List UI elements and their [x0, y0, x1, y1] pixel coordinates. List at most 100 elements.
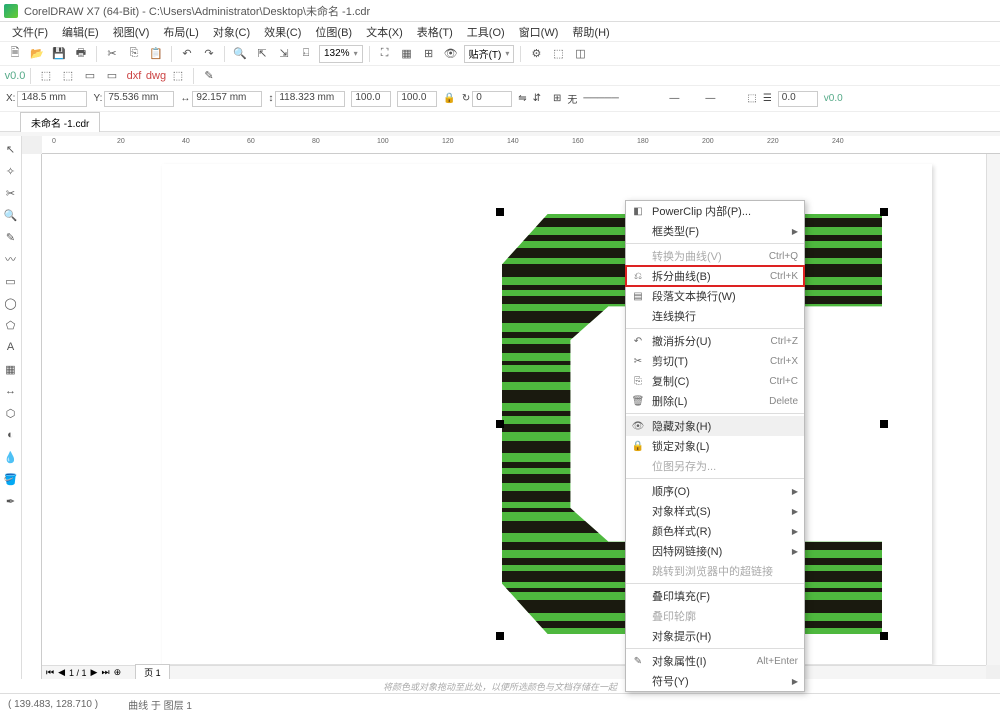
rectangle-tool-icon[interactable]: ▭	[2, 272, 20, 290]
menu-help[interactable]: 帮助(H)	[566, 22, 615, 42]
copy-icon[interactable]: ⎘	[125, 45, 143, 63]
x-input[interactable]: 148.5 mm	[17, 91, 87, 107]
rotation-input[interactable]: 0	[472, 91, 512, 107]
table-tool-icon[interactable]: ▦	[2, 360, 20, 378]
handle-bl[interactable]	[496, 632, 504, 640]
paste-icon[interactable]: 📋	[147, 45, 165, 63]
ctx-item-28[interactable]: 符号(Y)▶	[626, 671, 804, 691]
cut-icon[interactable]: ✂	[103, 45, 121, 63]
startcap-combo[interactable]: —	[669, 93, 699, 104]
dimension-tool-icon[interactable]: ↔	[2, 382, 20, 400]
add-page-icon[interactable]: ⊕	[114, 667, 122, 678]
zoom-combo[interactable]: 132%	[319, 45, 363, 63]
ctx-item-6[interactable]: 连线换行	[626, 306, 804, 326]
ctx-item-20[interactable]: 因特网链接(N)▶	[626, 541, 804, 561]
ver-icon[interactable]: v0.0	[824, 93, 843, 104]
plugin-dxf-icon[interactable]: dxf	[125, 67, 143, 85]
menu-table[interactable]: 表格(T)	[411, 22, 459, 42]
nudge-input[interactable]: 0.0	[778, 91, 818, 107]
plugin-f-icon[interactable]: ✎	[200, 67, 218, 85]
publish-icon[interactable]: ⍇	[297, 45, 315, 63]
lock-ratio-icon[interactable]: 🔒	[443, 93, 455, 104]
menu-text[interactable]: 文本(X)	[360, 22, 409, 42]
next-page-icon[interactable]: ▶	[91, 667, 98, 678]
import-icon[interactable]: ⇱	[253, 45, 271, 63]
plugin-e-icon[interactable]: ⬚	[169, 67, 187, 85]
first-page-icon[interactable]: ⏮	[46, 667, 54, 678]
app-icon[interactable]: ◫	[571, 45, 589, 63]
preview-icon[interactable]: 👁	[442, 45, 460, 63]
artistic-tool-icon[interactable]: 〰	[2, 250, 20, 268]
y-input[interactable]: 75.536 mm	[104, 91, 174, 107]
zoom-tool-icon[interactable]: 🔍	[2, 206, 20, 224]
freehand-tool-icon[interactable]: ✎	[2, 228, 20, 246]
save-icon[interactable]: 💾	[50, 45, 68, 63]
menu-edit[interactable]: 编辑(E)	[56, 22, 105, 42]
menu-bitmap[interactable]: 位图(B)	[309, 22, 358, 42]
scalex-input[interactable]: 100.0	[351, 91, 391, 107]
mirror-h-icon[interactable]: ⇋	[518, 93, 526, 104]
pick-tool-icon[interactable]: ↖	[2, 140, 20, 158]
ruler-horizontal[interactable]: 0 20 40 60 80 100 120 140 160 180 200 22…	[42, 136, 1000, 154]
vertical-scrollbar[interactable]	[986, 154, 1000, 665]
connector-tool-icon[interactable]: ⬡	[2, 404, 20, 422]
plugin-b-icon[interactable]: ⬚	[59, 67, 77, 85]
handle-tr[interactable]	[880, 208, 888, 216]
scaley-input[interactable]: 100.0	[397, 91, 437, 107]
handle-mr[interactable]	[880, 420, 888, 428]
outline-combo[interactable]: 无	[567, 91, 577, 106]
ctx-item-25[interactable]: 对象提示(H)	[626, 626, 804, 646]
menu-tools[interactable]: 工具(O)	[461, 22, 511, 42]
wrap-icon[interactable]: ⬚	[747, 93, 756, 104]
plugin-v-icon[interactable]: v0.0	[6, 67, 24, 85]
ctx-item-23[interactable]: 叠印填充(F)	[626, 586, 804, 606]
ellipse-tool-icon[interactable]: ◯	[2, 294, 20, 312]
plugin-a-icon[interactable]: ⬚	[37, 67, 55, 85]
launch-icon[interactable]: ⬚	[549, 45, 567, 63]
fullscreen-icon[interactable]: ⛶	[376, 45, 394, 63]
ctx-item-11[interactable]: 🗑删除(L)Delete	[626, 391, 804, 411]
height-input[interactable]: 118.323 mm	[275, 91, 345, 107]
menu-window[interactable]: 窗口(W)	[513, 22, 565, 42]
polygon-tool-icon[interactable]: ⬠	[2, 316, 20, 334]
print-icon[interactable]: 🖶	[72, 45, 90, 63]
handle-tl[interactable]	[496, 208, 504, 216]
width-input[interactable]: 92.157 mm	[192, 91, 262, 107]
ctx-item-13[interactable]: 👁隐藏对象(H)	[626, 416, 804, 436]
ctx-item-14[interactable]: 🔒锁定对象(L)	[626, 436, 804, 456]
grid-icon[interactable]: ▦	[398, 45, 416, 63]
menu-object[interactable]: 对象(C)	[207, 22, 256, 42]
ctx-item-18[interactable]: 对象样式(S)▶	[626, 501, 804, 521]
shape-tool-icon[interactable]: ✧	[2, 162, 20, 180]
last-page-icon[interactable]: ⏭	[101, 667, 109, 678]
linestyle-combo[interactable]: ─────	[583, 93, 663, 104]
menu-view[interactable]: 视图(V)	[107, 22, 156, 42]
order-icon[interactable]: ☰	[763, 93, 772, 104]
menu-effects[interactable]: 效果(C)	[258, 22, 307, 42]
handle-ml[interactable]	[496, 420, 504, 428]
undo-icon[interactable]: ↶	[178, 45, 196, 63]
crop-tool-icon[interactable]: ✂	[2, 184, 20, 202]
redo-icon[interactable]: ↷	[200, 45, 218, 63]
open-icon[interactable]: 📂	[28, 45, 46, 63]
ctx-item-5[interactable]: ▤段落文本换行(W)	[626, 286, 804, 306]
new-icon[interactable]: 🗎	[6, 45, 24, 63]
plugin-d-icon[interactable]: ▭	[103, 67, 121, 85]
menu-layout[interactable]: 布局(L)	[157, 22, 204, 42]
fill-tool-icon[interactable]: 🪣	[2, 470, 20, 488]
align-icon[interactable]: ⊞	[553, 93, 561, 104]
ctx-item-9[interactable]: ✂剪切(T)Ctrl+X	[626, 351, 804, 371]
plugin-dwg-icon[interactable]: dwg	[147, 67, 165, 85]
ctx-item-4[interactable]: ⎌拆分曲线(B)Ctrl+K	[626, 266, 804, 286]
ctx-item-17[interactable]: 顺序(O)▶	[626, 481, 804, 501]
handle-br[interactable]	[880, 632, 888, 640]
search-icon[interactable]: 🔍	[231, 45, 249, 63]
mirror-v-icon[interactable]: ⇵	[533, 93, 541, 104]
menu-file[interactable]: 文件(F)	[6, 22, 54, 42]
guides-icon[interactable]: ⊞	[420, 45, 438, 63]
text-tool-icon[interactable]: A	[2, 338, 20, 356]
eyedropper-tool-icon[interactable]: 💧	[2, 448, 20, 466]
ctx-item-10[interactable]: ⎘复制(C)Ctrl+C	[626, 371, 804, 391]
plugin-c-icon[interactable]: ▭	[81, 67, 99, 85]
ruler-vertical[interactable]	[22, 154, 42, 679]
